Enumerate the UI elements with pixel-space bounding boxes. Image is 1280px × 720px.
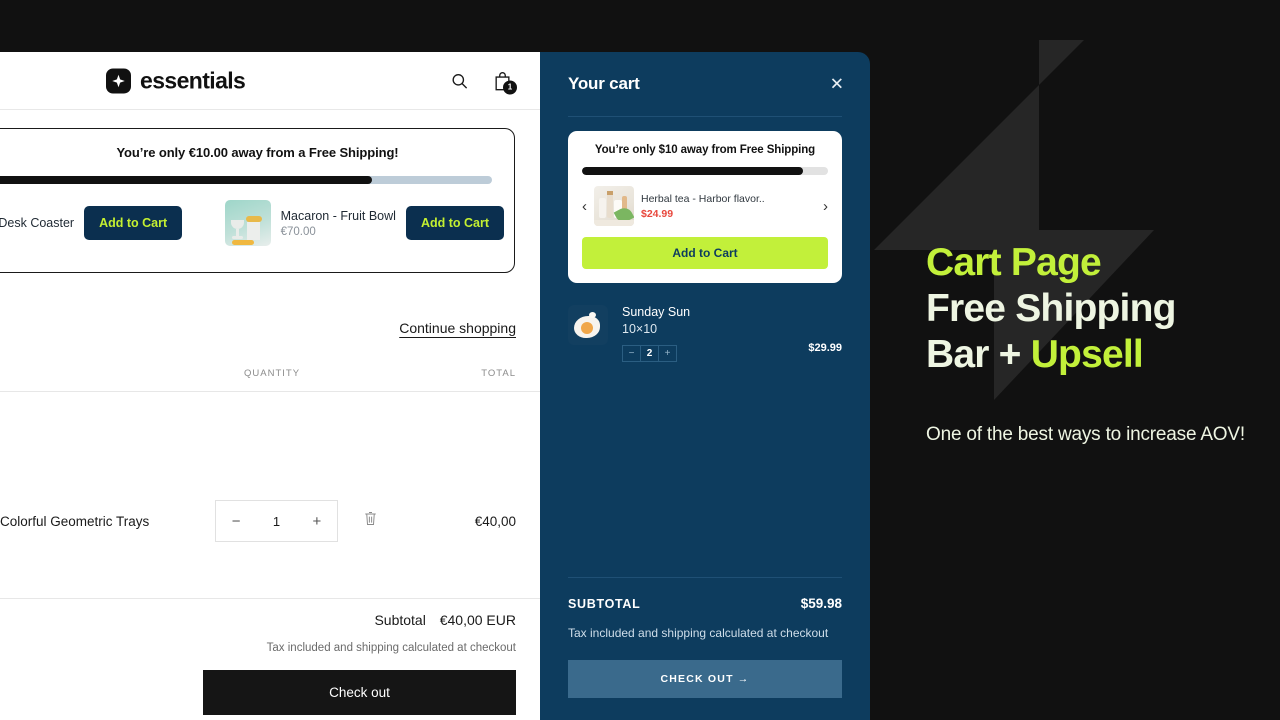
quantity-value: 1: [272, 513, 281, 529]
store-logo-text: essentials: [140, 67, 246, 93]
drawer-footer: SUBTOTAL $59.98 Tax included and shippin…: [540, 576, 870, 720]
cart-item-name: Colorful Geometric Trays: [0, 513, 150, 529]
drawer-subtotal-value: $59.98: [800, 595, 842, 611]
column-header-total: TOTAL: [481, 368, 516, 379]
upsell-product-2-name: Macaron - Fruit Bowl: [280, 208, 396, 223]
promo-content: Cart Page Free Shipping Bar + Upsell One…: [926, 240, 1266, 448]
promo-heading: Cart Page Free Shipping Bar + Upsell: [926, 240, 1266, 378]
free-shipping-upsell-bar: You’re only €10.00 away from a Free Ship…: [0, 128, 515, 273]
upsell-product-2-price: €70.00: [280, 225, 316, 238]
drawer-subtotal-label: SUBTOTAL: [568, 596, 641, 611]
quantity-stepper[interactable]: − 1 +: [215, 500, 338, 542]
drawer-free-shipping-message: You’re only $10 away from Free Shipping: [594, 144, 816, 156]
promo-subtext: One of the best ways to increase AOV!: [926, 424, 1245, 446]
close-icon[interactable]: ✕: [830, 76, 844, 93]
subtotal-row: Subtotal €40,00 EUR: [24, 612, 516, 628]
drawer-quantity-stepper[interactable]: − 2 +: [622, 345, 677, 362]
store-logo[interactable]: essentials: [106, 67, 246, 94]
drawer-subtotal-row: SUBTOTAL $59.98: [568, 596, 842, 611]
promo-heading-line-3-prefix: Bar +: [926, 333, 1031, 377]
shopping-bag-icon[interactable]: 1: [493, 70, 517, 94]
screenshot-root: essentials 1 You’re only €10.00 away fro…: [0, 0, 1280, 720]
search-icon[interactable]: [450, 71, 469, 90]
header-icon-group: 1: [450, 70, 517, 94]
upsell-product-1-name: ed Desk Coaster: [0, 216, 75, 230]
upsell-product-list: ed Desk Coaster Add to Cart Macaron -: [0, 200, 514, 246]
upsell-carousel: ‹ Herbal tea - Harbor flavor.. $24.99 ›: [582, 186, 828, 226]
drawer-divider: [568, 116, 842, 117]
drawer-line-item-image: [568, 305, 608, 345]
upsell-carousel-product-price: $24.99: [641, 207, 674, 220]
subtotal-label: Subtotal: [374, 612, 426, 628]
quantity-decrease-button[interactable]: −: [216, 513, 256, 530]
tax-note: Tax included and shipping calculated at …: [266, 642, 516, 654]
upsell-product-2-meta: Macaron - Fruit Bowl €70.00: [281, 209, 396, 238]
free-shipping-progress-fill: [0, 176, 373, 184]
free-shipping-message: You’re only €10.00 away from a Free Ship…: [116, 145, 399, 160]
drawer-add-to-cart-button[interactable]: Add to Cart: [582, 237, 828, 269]
checkout-button[interactable]: Check out: [203, 670, 516, 715]
drawer-quantity-decrease-button[interactable]: −: [623, 346, 640, 361]
drawer-line-item-variant: 10×10: [622, 322, 658, 336]
store-header: essentials 1: [0, 52, 540, 110]
drawer-footer-divider: [568, 576, 842, 578]
cart-line-item: Colorful Geometric Trays − 1 + €40,00: [0, 444, 540, 599]
chevron-left-icon[interactable]: ‹: [582, 198, 587, 215]
drawer-quantity-value: 2: [640, 346, 659, 361]
upsell-product-2-image: [224, 200, 271, 246]
promo-heading-line-2: Free Shipping: [926, 287, 1176, 331]
free-shipping-progress-track: [0, 176, 492, 184]
quantity-increase-button[interactable]: +: [297, 513, 337, 530]
upsell-product-2: Macaron - Fruit Bowl €70.00 Add to Cart: [224, 200, 504, 246]
chevron-right-icon[interactable]: ›: [823, 198, 828, 215]
cart-totals: Subtotal €40,00 EUR Tax included and shi…: [24, 612, 516, 715]
subtotal-value: €40,00 EUR: [439, 612, 516, 628]
drawer-free-shipping-upsell: You’re only $10 away from Free Shipping …: [568, 131, 842, 283]
drawer-line-item-info: Sunday Sun 10×10 − 2 +: [622, 305, 690, 362]
upsell-product-1: ed Desk Coaster Add to Cart: [0, 206, 219, 240]
upsell-carousel-product-info: Herbal tea - Harbor flavor.. $24.99: [641, 193, 816, 220]
drawer-progress-fill: [582, 167, 804, 175]
upsell-carousel-product-name: Herbal tea - Harbor flavor..: [641, 192, 765, 205]
cart-drawer-title: Your cart: [568, 74, 640, 93]
promo-heading-line-3-accent: Upsell: [1030, 333, 1144, 377]
drawer-checkout-button[interactable]: CHECK OUT →: [568, 660, 842, 698]
cart-count-badge: 1: [503, 80, 517, 94]
upsell-product-1-meta: ed Desk Coaster: [0, 216, 74, 230]
cart-table-header: QUANTITY TOTAL: [0, 368, 540, 392]
promo-heading-line-1: Cart Page: [926, 241, 1102, 284]
drawer-progress-track: [582, 167, 828, 175]
drawer-line-item: Sunday Sun 10×10 − 2 + $29.99: [568, 305, 842, 362]
drawer-line-item-name: Sunday Sun: [622, 305, 691, 319]
add-to-cart-button-2[interactable]: Add to Cart: [405, 206, 504, 240]
drawer-line-item-price: $29.99: [808, 341, 842, 354]
promo-panel: Cart Page Free Shipping Bar + Upsell One…: [862, 0, 1280, 720]
column-header-quantity: QUANTITY: [244, 368, 301, 379]
continue-shopping-link[interactable]: Continue shopping: [399, 320, 516, 336]
upsell-carousel-product-image: [594, 186, 634, 226]
cart-item-total: €40,00: [474, 513, 516, 529]
add-to-cart-button-1[interactable]: Add to Cart: [84, 206, 183, 240]
cart-drawer-header: Your cart ✕: [540, 52, 870, 116]
drawer-quantity-increase-button[interactable]: +: [659, 346, 676, 361]
star-diamond-icon: [106, 68, 131, 93]
trash-icon[interactable]: [363, 510, 378, 532]
cart-drawer: Your cart ✕ You’re only $10 away from Fr…: [540, 52, 870, 720]
promo-heading-line-3: Bar + Upsell: [926, 332, 1266, 378]
drawer-tax-note: Tax included and shipping calculated at …: [568, 625, 829, 640]
storefront-cart-page: essentials 1 You’re only €10.00 away fro…: [0, 52, 540, 720]
continue-shopping-row: Continue shopping: [399, 320, 516, 338]
